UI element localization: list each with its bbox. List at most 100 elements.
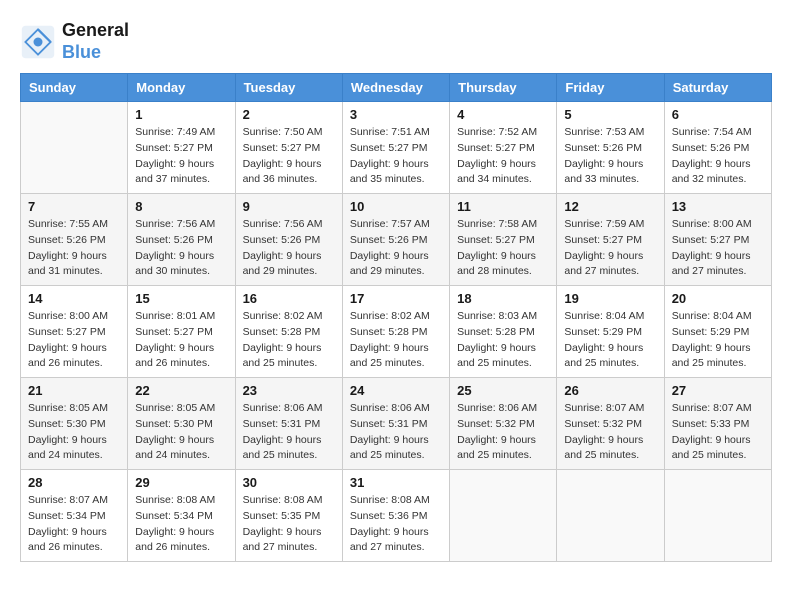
day-info: Sunrise: 8:00 AM Sunset: 5:27 PM Dayligh… <box>672 217 764 280</box>
calendar-cell: 9 Sunrise: 7:56 AM Sunset: 5:26 PM Daylig… <box>235 194 342 286</box>
day-info: Sunrise: 8:02 AM Sunset: 5:28 PM Dayligh… <box>350 309 442 372</box>
calendar-cell: 23 Sunrise: 8:06 AM Sunset: 5:31 PM Dayli… <box>235 378 342 470</box>
day-info: Sunrise: 8:04 AM Sunset: 5:29 PM Dayligh… <box>672 309 764 372</box>
day-number: 29 <box>135 475 227 490</box>
day-info: Sunrise: 7:56 AM Sunset: 5:26 PM Dayligh… <box>243 217 335 280</box>
day-info: Sunrise: 8:06 AM Sunset: 5:31 PM Dayligh… <box>350 401 442 464</box>
day-info: Sunrise: 7:51 AM Sunset: 5:27 PM Dayligh… <box>350 125 442 188</box>
logo-icon <box>20 24 56 60</box>
calendar-week-row: 1 Sunrise: 7:49 AM Sunset: 5:27 PM Daylig… <box>21 102 772 194</box>
calendar-cell: 1 Sunrise: 7:49 AM Sunset: 5:27 PM Daylig… <box>128 102 235 194</box>
day-number: 27 <box>672 383 764 398</box>
day-number: 16 <box>243 291 335 306</box>
day-info: Sunrise: 8:08 AM Sunset: 5:35 PM Dayligh… <box>243 493 335 556</box>
day-number: 21 <box>28 383 120 398</box>
calendar-cell: 29Sunrise: 8:08 AM Sunset: 5:34 PM Dayli… <box>128 470 235 562</box>
day-number: 7 <box>28 199 120 214</box>
day-number: 8 <box>135 199 227 214</box>
calendar-cell: 4 Sunrise: 7:52 AM Sunset: 5:27 PM Daylig… <box>450 102 557 194</box>
calendar-cell <box>557 470 664 562</box>
calendar-week-row: 7 Sunrise: 7:55 AM Sunset: 5:26 PM Daylig… <box>21 194 772 286</box>
calendar-week-row: 14 Sunrise: 8:00 AM Sunset: 5:27 PM Dayli… <box>21 286 772 378</box>
day-number: 10 <box>350 199 442 214</box>
day-number: 23 <box>243 383 335 398</box>
day-info: Sunrise: 7:59 AM Sunset: 5:27 PM Dayligh… <box>564 217 656 280</box>
day-info: Sunrise: 8:05 AM Sunset: 5:30 PM Dayligh… <box>135 401 227 464</box>
calendar-cell: 6 Sunrise: 7:54 AM Sunset: 5:26 PM Daylig… <box>664 102 771 194</box>
calendar-table: SundayMondayTuesdayWednesdayThursdayFrid… <box>20 73 772 562</box>
day-info: Sunrise: 8:04 AM Sunset: 5:29 PM Dayligh… <box>564 309 656 372</box>
day-number: 28 <box>28 475 120 490</box>
calendar-cell: 8 Sunrise: 7:56 AM Sunset: 5:26 PM Daylig… <box>128 194 235 286</box>
calendar-cell: 11 Sunrise: 7:58 AM Sunset: 5:27 PM Dayli… <box>450 194 557 286</box>
day-info: Sunrise: 7:52 AM Sunset: 5:27 PM Dayligh… <box>457 125 549 188</box>
day-info: Sunrise: 8:00 AM Sunset: 5:27 PM Dayligh… <box>28 309 120 372</box>
day-info: Sunrise: 8:05 AM Sunset: 5:30 PM Dayligh… <box>28 401 120 464</box>
calendar-cell: 24 Sunrise: 8:06 AM Sunset: 5:31 PM Dayli… <box>342 378 449 470</box>
calendar-cell: 20 Sunrise: 8:04 AM Sunset: 5:29 PM Dayli… <box>664 286 771 378</box>
day-info: Sunrise: 7:50 AM Sunset: 5:27 PM Dayligh… <box>243 125 335 188</box>
day-info: Sunrise: 7:56 AM Sunset: 5:26 PM Dayligh… <box>135 217 227 280</box>
calendar-cell: 21 Sunrise: 8:05 AM Sunset: 5:30 PM Dayli… <box>21 378 128 470</box>
day-info: Sunrise: 7:58 AM Sunset: 5:27 PM Dayligh… <box>457 217 549 280</box>
calendar-cell: 10 Sunrise: 7:57 AM Sunset: 5:26 PM Dayli… <box>342 194 449 286</box>
day-number: 9 <box>243 199 335 214</box>
day-number: 4 <box>457 107 549 122</box>
day-info: Sunrise: 7:54 AM Sunset: 5:26 PM Dayligh… <box>672 125 764 188</box>
calendar-cell <box>664 470 771 562</box>
day-info: Sunrise: 7:49 AM Sunset: 5:27 PM Dayligh… <box>135 125 227 188</box>
day-info: Sunrise: 8:07 AM Sunset: 5:33 PM Dayligh… <box>672 401 764 464</box>
day-number: 30 <box>243 475 335 490</box>
day-number: 3 <box>350 107 442 122</box>
day-info: Sunrise: 8:07 AM Sunset: 5:34 PM Dayligh… <box>28 493 120 556</box>
calendar-cell: 15 Sunrise: 8:01 AM Sunset: 5:27 PM Dayli… <box>128 286 235 378</box>
page-header: General Blue <box>20 20 772 63</box>
calendar-header-row: SundayMondayTuesdayWednesdayThursdayFrid… <box>21 74 772 102</box>
day-number: 11 <box>457 199 549 214</box>
day-header-thursday: Thursday <box>450 74 557 102</box>
calendar-cell: 13Sunrise: 8:00 AM Sunset: 5:27 PM Dayli… <box>664 194 771 286</box>
day-header-tuesday: Tuesday <box>235 74 342 102</box>
day-number: 31 <box>350 475 442 490</box>
day-header-monday: Monday <box>128 74 235 102</box>
day-info: Sunrise: 8:02 AM Sunset: 5:28 PM Dayligh… <box>243 309 335 372</box>
day-number: 19 <box>564 291 656 306</box>
day-info: Sunrise: 8:06 AM Sunset: 5:31 PM Dayligh… <box>243 401 335 464</box>
calendar-cell: 17Sunrise: 8:02 AM Sunset: 5:28 PM Dayli… <box>342 286 449 378</box>
day-number: 22 <box>135 383 227 398</box>
day-header-saturday: Saturday <box>664 74 771 102</box>
day-info: Sunrise: 7:53 AM Sunset: 5:26 PM Dayligh… <box>564 125 656 188</box>
day-number: 14 <box>28 291 120 306</box>
calendar-cell: 31 Sunrise: 8:08 AM Sunset: 5:36 PM Dayli… <box>342 470 449 562</box>
day-number: 1 <box>135 107 227 122</box>
day-info: Sunrise: 8:07 AM Sunset: 5:32 PM Dayligh… <box>564 401 656 464</box>
day-info: Sunrise: 7:55 AM Sunset: 5:26 PM Dayligh… <box>28 217 120 280</box>
calendar-week-row: 28 Sunrise: 8:07 AM Sunset: 5:34 PM Dayli… <box>21 470 772 562</box>
day-number: 24 <box>350 383 442 398</box>
day-number: 6 <box>672 107 764 122</box>
day-info: Sunrise: 8:03 AM Sunset: 5:28 PM Dayligh… <box>457 309 549 372</box>
calendar-cell: 2 Sunrise: 7:50 AM Sunset: 5:27 PM Daylig… <box>235 102 342 194</box>
calendar-cell: 28 Sunrise: 8:07 AM Sunset: 5:34 PM Dayli… <box>21 470 128 562</box>
calendar-cell: 5 Sunrise: 7:53 AM Sunset: 5:26 PM Daylig… <box>557 102 664 194</box>
calendar-cell: 7 Sunrise: 7:55 AM Sunset: 5:26 PM Daylig… <box>21 194 128 286</box>
calendar-cell: 27 Sunrise: 8:07 AM Sunset: 5:33 PM Dayli… <box>664 378 771 470</box>
day-header-friday: Friday <box>557 74 664 102</box>
calendar-cell: 25Sunrise: 8:06 AM Sunset: 5:32 PM Dayli… <box>450 378 557 470</box>
calendar-cell: 18Sunrise: 8:03 AM Sunset: 5:28 PM Dayli… <box>450 286 557 378</box>
calendar-week-row: 21 Sunrise: 8:05 AM Sunset: 5:30 PM Dayli… <box>21 378 772 470</box>
calendar-cell: 3 Sunrise: 7:51 AM Sunset: 5:27 PM Daylig… <box>342 102 449 194</box>
calendar-cell: 19 Sunrise: 8:04 AM Sunset: 5:29 PM Dayli… <box>557 286 664 378</box>
calendar-cell: 22 Sunrise: 8:05 AM Sunset: 5:30 PM Dayli… <box>128 378 235 470</box>
day-number: 26 <box>564 383 656 398</box>
day-number: 5 <box>564 107 656 122</box>
logo-text: General Blue <box>62 20 129 63</box>
calendar-cell: 16 Sunrise: 8:02 AM Sunset: 5:28 PM Dayli… <box>235 286 342 378</box>
day-number: 15 <box>135 291 227 306</box>
day-number: 20 <box>672 291 764 306</box>
day-number: 2 <box>243 107 335 122</box>
day-info: Sunrise: 8:08 AM Sunset: 5:36 PM Dayligh… <box>350 493 442 556</box>
day-info: Sunrise: 8:01 AM Sunset: 5:27 PM Dayligh… <box>135 309 227 372</box>
day-info: Sunrise: 7:57 AM Sunset: 5:26 PM Dayligh… <box>350 217 442 280</box>
calendar-cell <box>21 102 128 194</box>
